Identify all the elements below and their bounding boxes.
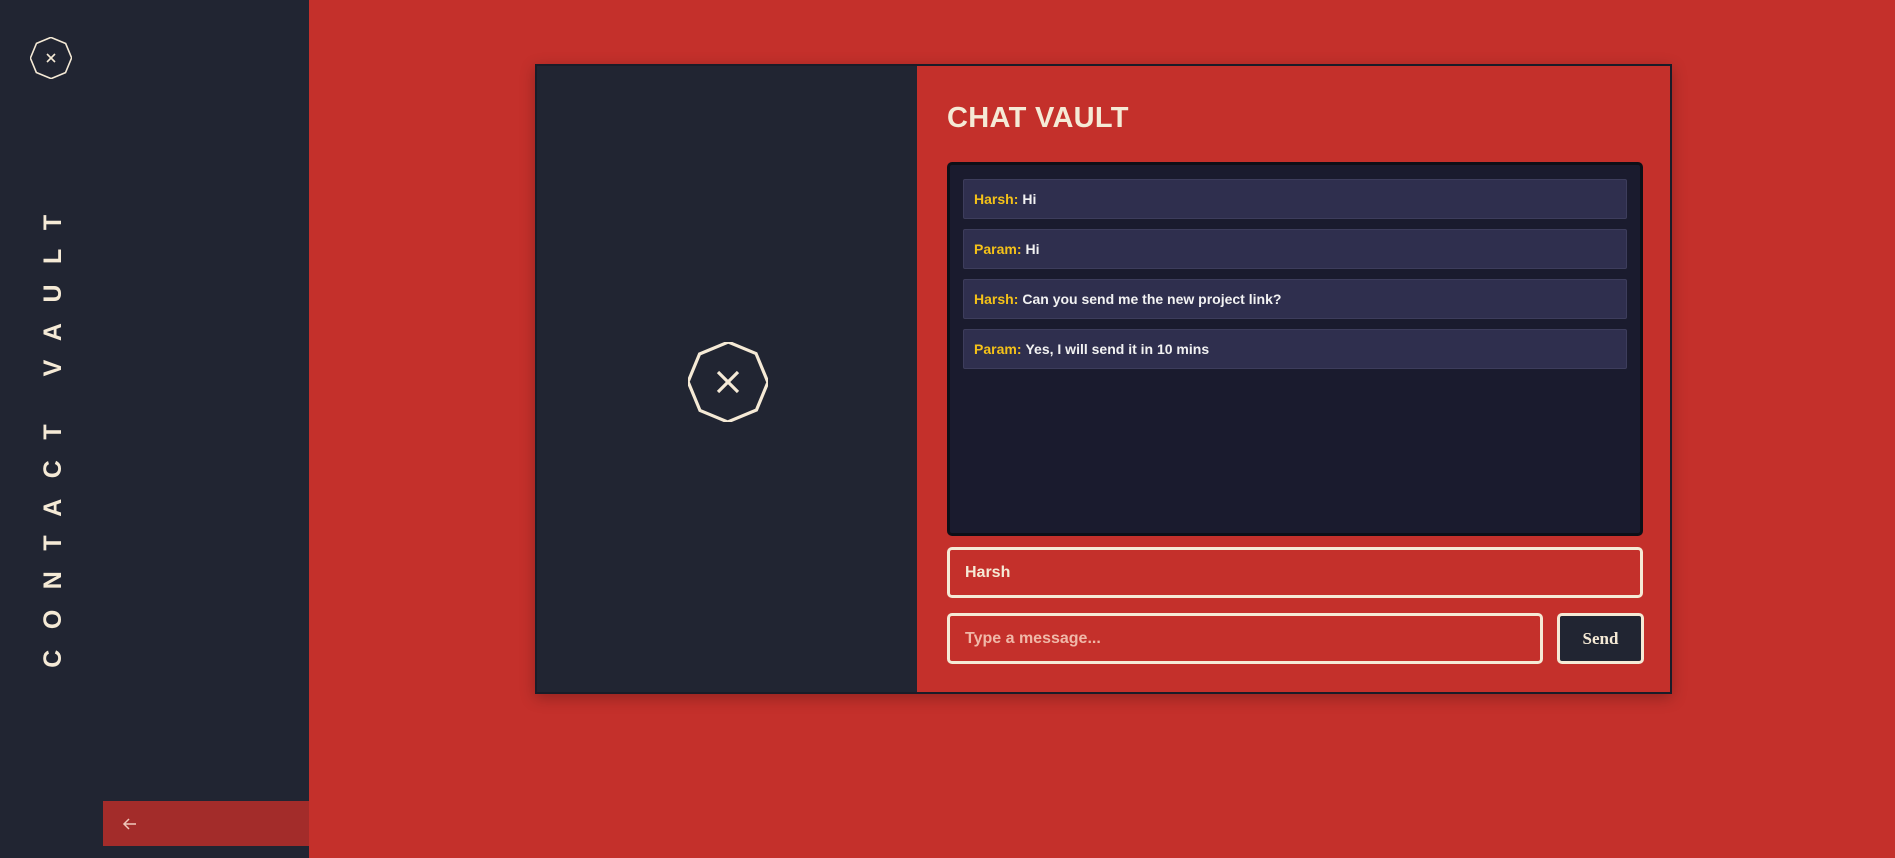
message-sender: Param — [974, 341, 1017, 357]
message-text: Hi — [1022, 191, 1037, 207]
message-sender: Harsh — [974, 291, 1014, 307]
message-input[interactable] — [947, 613, 1543, 664]
card-left-panel — [537, 66, 917, 692]
message-separator: : — [1016, 241, 1022, 257]
chat-card: CHAT VAULT Harsh: Hi Param: Hi Harsh: Can y… — [535, 64, 1672, 694]
message-item: Param: Hi — [963, 229, 1627, 269]
chat-panel: CHAT VAULT Harsh: Hi Param: Hi Harsh: Can y… — [917, 66, 1670, 692]
message-text: Hi — [1025, 241, 1040, 257]
message-item: Param: Yes, I will send it in 10 mins — [963, 329, 1627, 369]
message-separator: : — [1016, 341, 1022, 357]
message-text: Yes, I will send it in 10 mins — [1025, 341, 1210, 357]
sidebar: CONTACT VAULT — [0, 0, 309, 858]
sidebar-title-text: CONTACT VAULT — [39, 194, 67, 668]
chat-title: CHAT VAULT — [947, 102, 1129, 134]
message-list[interactable]: Harsh: Hi Param: Hi Harsh: Can you send me … — [947, 162, 1643, 536]
send-button[interactable]: Send — [1557, 613, 1644, 664]
message-item: Harsh: Can you send me the new project li… — [963, 279, 1627, 319]
back-button[interactable] — [103, 801, 309, 846]
message-item: Harsh: Hi — [963, 179, 1627, 219]
message-separator: : — [1013, 291, 1019, 307]
message-sender: Harsh — [974, 191, 1014, 207]
message-sender: Param — [974, 241, 1017, 257]
octagon-close-icon — [688, 342, 768, 422]
octagon-close-icon[interactable] — [30, 37, 72, 79]
message-text: Can you send me the new project link? — [1022, 291, 1282, 307]
arrow-left-icon — [122, 817, 136, 830]
message-separator: : — [1013, 191, 1019, 207]
name-input[interactable] — [947, 547, 1643, 598]
